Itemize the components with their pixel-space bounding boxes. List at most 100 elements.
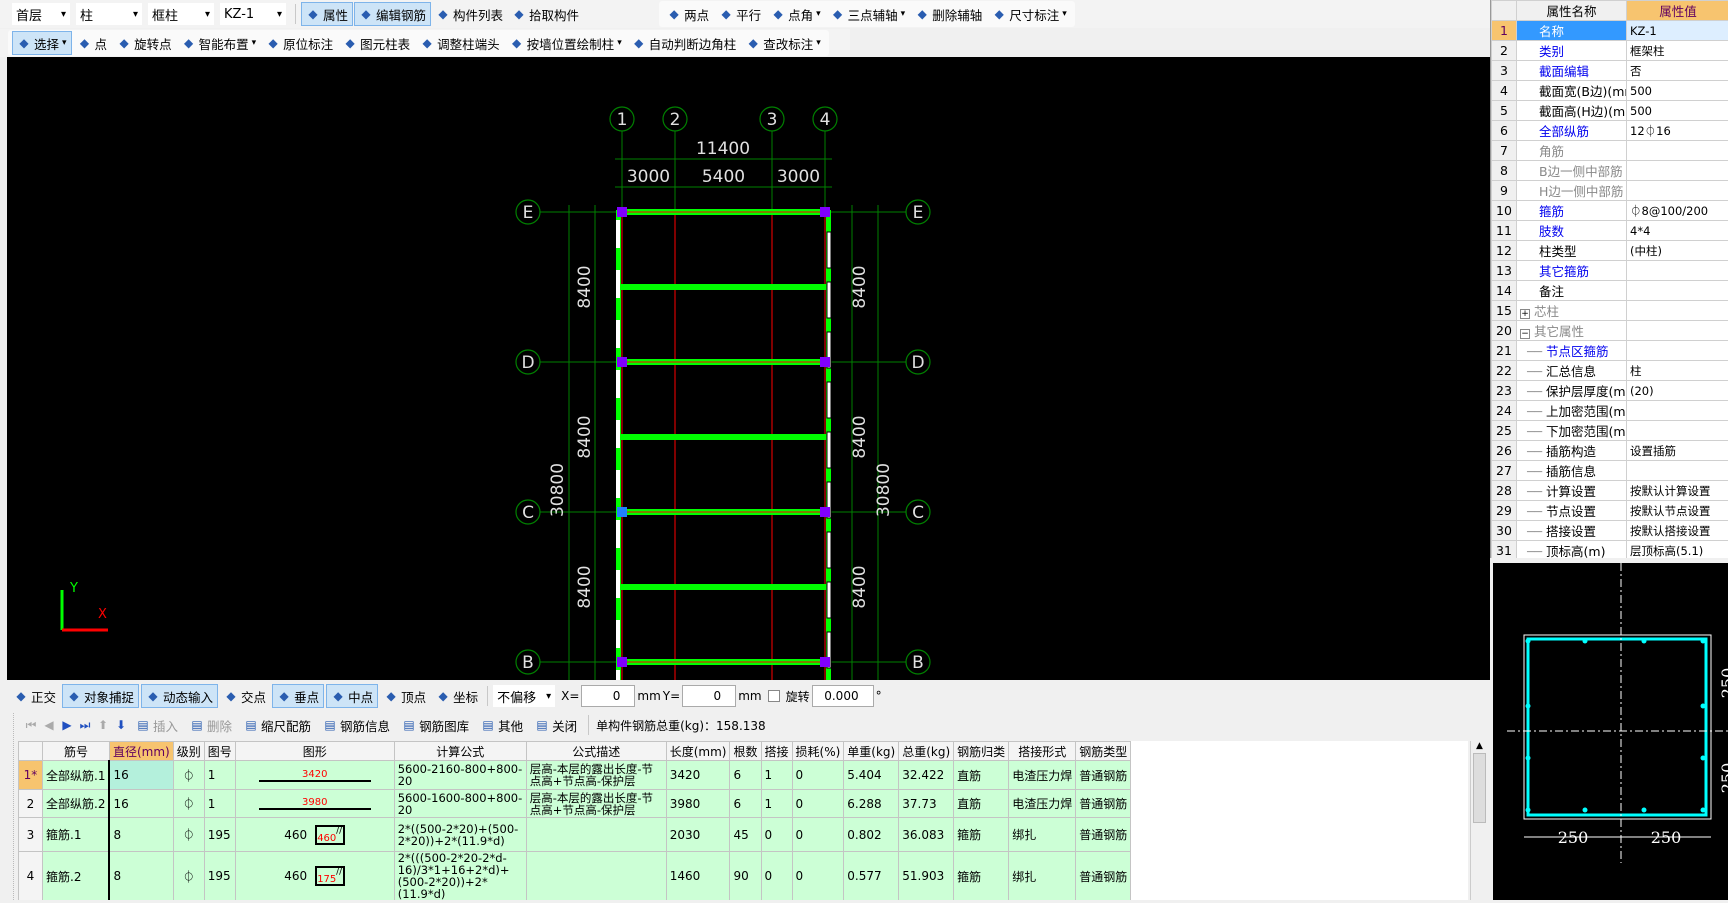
cell-type[interactable]: 普通钢筋 (1076, 761, 1131, 790)
property-value[interactable]: (中柱) (1627, 241, 1728, 261)
row-number[interactable]: 3 (19, 818, 43, 852)
column-header[interactable]: 级别 (173, 742, 204, 761)
property-name[interactable]: 肢数 (1517, 221, 1627, 241)
property-row[interactable]: 23 ── 保护层厚度(mm) (20) (1492, 381, 1728, 401)
property-name[interactable]: B边一侧中部筋 (1517, 161, 1627, 181)
collapse-icon[interactable]: − (1520, 329, 1530, 339)
cell-len[interactable]: 1460 (666, 852, 730, 901)
cell-unit_w[interactable]: 5.404 (844, 761, 899, 790)
property-value[interactable]: 4*4 (1627, 221, 1728, 241)
property-name[interactable]: +芯柱 (1517, 301, 1627, 321)
property-row[interactable]: 3 截面编辑 否 (1492, 61, 1728, 81)
property-name[interactable]: 其它箍筋 (1517, 261, 1627, 281)
cell-cls[interactable]: 直筋 (954, 761, 1009, 790)
property-name[interactable]: ── 节点设置 (1517, 501, 1627, 521)
property-name[interactable]: 截面高(H边)(mm) (1517, 101, 1627, 121)
cell-lap[interactable]: 1 (761, 790, 792, 818)
property-value[interactable]: (20) (1627, 381, 1728, 401)
cell-grade[interactable]: ⏀ (173, 790, 204, 818)
component-type-select[interactable]: 柱 (76, 3, 142, 25)
cell-name[interactable]: 箍筋.2 (43, 852, 110, 901)
cell-name[interactable]: 全部纵筋.1 (43, 761, 110, 790)
cell-fig[interactable]: 1 (204, 761, 235, 790)
list-button[interactable]: ◆ 构件列表 (432, 2, 507, 26)
property-row[interactable]: 4 截面宽(B边)(mm) 500 (1492, 81, 1728, 101)
parallel-axis-button[interactable]: ◆ 平行 (715, 2, 765, 26)
rebar-tool-button[interactable]: ▤缩尺配筋 (240, 713, 315, 737)
point-button[interactable]: ◆ 点 (74, 31, 112, 55)
down-icon[interactable]: ⬇ (114, 718, 128, 732)
cell-count[interactable]: 6 (730, 790, 761, 818)
column-header[interactable]: 搭接 (761, 742, 792, 761)
cell-type[interactable]: 普通钢筋 (1076, 790, 1131, 818)
property-value[interactable] (1627, 181, 1728, 201)
intersection-button[interactable]: ◆ 交点 (220, 684, 270, 708)
cell-desc[interactable]: 层高-本层的露出长度-节点高+节点高-保护层 (526, 761, 666, 790)
cell-formula[interactable]: 5600-1600-800+800-20 (394, 790, 526, 818)
property-row[interactable]: 25 ── 下加密范围(mm) (1492, 421, 1728, 441)
x-input[interactable]: 0 (581, 685, 635, 707)
property-value[interactable] (1627, 141, 1728, 161)
cell-unit_w[interactable]: 0.577 (844, 852, 899, 901)
cell-len[interactable]: 3420 (666, 761, 730, 790)
property-value[interactable]: 按默认节点设置 (1627, 501, 1728, 521)
column-header[interactable]: 公式描述 (526, 742, 666, 761)
property-row[interactable]: 1 名称 KZ-1 (1492, 21, 1728, 41)
perpendicular-button[interactable]: ◆ 垂点 (272, 684, 324, 708)
property-row[interactable]: 27 ── 插筋信息 (1492, 461, 1728, 481)
rotate-checkbox[interactable] (768, 690, 780, 702)
property-row[interactable]: 30 ── 搭接设置 按默认搭接设置 (1492, 521, 1728, 541)
rebar-tool-button[interactable]: ▤其他 (477, 713, 527, 737)
property-value[interactable]: 框架柱 (1627, 41, 1728, 61)
snap-button[interactable]: ◆ 对象捕捉 (62, 684, 139, 708)
cell-total_w[interactable]: 37.73 (899, 790, 954, 818)
property-name[interactable]: 类别 (1517, 41, 1627, 61)
column-table-button[interactable]: ◆ 图元柱表 (339, 31, 414, 55)
cell-fig[interactable]: 195 (204, 818, 235, 852)
cell-lap_type[interactable]: 绑扎 (1009, 852, 1076, 901)
cell-total_w[interactable]: 32.422 (899, 761, 954, 790)
property-value[interactable]: ⏀8@100/200 (1627, 201, 1728, 221)
rebar-tool-button[interactable]: ▤删除 (186, 713, 236, 737)
property-name[interactable]: 备注 (1517, 281, 1627, 301)
property-row[interactable]: 29 ── 节点设置 按默认节点设置 (1492, 501, 1728, 521)
row-number[interactable]: 4 (19, 852, 43, 901)
row-number[interactable]: 2 (19, 790, 43, 818)
two-point-axis-button[interactable]: ◆ 两点 (663, 2, 713, 26)
chevron-down-icon[interactable]: ▾ (62, 38, 67, 48)
next-icon[interactable]: ▶ (60, 718, 74, 732)
auto-corner-button[interactable]: ◆ 自动判断边角柱 (628, 31, 741, 55)
cell-lap_type[interactable]: 电渣压力焊 (1009, 761, 1076, 790)
property-name[interactable]: 名称 (1517, 21, 1627, 41)
property-name[interactable]: ── 插筋构造 (1517, 441, 1627, 461)
property-name[interactable]: ── 顶标高(m) (1517, 541, 1627, 559)
cell-count[interactable]: 90 (730, 852, 761, 901)
table-row[interactable]: 2全部纵筋.216⏀139805600-1600-800+800-20层高-本层… (19, 790, 1131, 818)
three-point-axis-button[interactable]: ◆ 三点辅轴▾ (827, 2, 910, 26)
property-value[interactable]: KZ-1 (1627, 21, 1728, 41)
property-value[interactable] (1627, 341, 1728, 361)
rebar-tool-button[interactable]: ▤钢筋图库 (398, 713, 473, 737)
dynamic-input-button[interactable]: ◆ 动态输入 (141, 684, 218, 708)
cell-grade[interactable]: ⏀ (173, 852, 204, 901)
cell-fig[interactable]: 195 (204, 852, 235, 901)
property-value[interactable]: 按默认搭接设置 (1627, 521, 1728, 541)
property-value[interactable]: 12⏀16 (1627, 121, 1728, 141)
property-row[interactable]: 24 ── 上加密范围(mm) (1492, 401, 1728, 421)
property-row[interactable]: 7 角筋 (1492, 141, 1728, 161)
cell-desc[interactable] (526, 818, 666, 852)
rotate-point-button[interactable]: ◆ 旋转点 (113, 31, 176, 55)
cell-lap[interactable]: 1 (761, 761, 792, 790)
property-value[interactable]: 设置插筋 (1627, 441, 1728, 461)
coordinate-button[interactable]: ◆ 坐标 (432, 684, 482, 708)
cell-loss[interactable]: 0 (792, 818, 844, 852)
property-row[interactable]: 12 柱类型 (中柱) (1492, 241, 1728, 261)
cell-len[interactable]: 2030 (666, 818, 730, 852)
cell-total_w[interactable]: 36.083 (899, 818, 954, 852)
wall-column-button[interactable]: ◆ 按墙位置绘制柱▾ (506, 31, 626, 55)
property-name[interactable]: ── 插筋信息 (1517, 461, 1627, 481)
cell-count[interactable]: 45 (730, 818, 761, 852)
cell-loss[interactable]: 0 (792, 761, 844, 790)
property-row[interactable]: 9 H边一侧中部筋 (1492, 181, 1728, 201)
cell-desc[interactable]: 层高-本层的露出长度-节点高+节点高-保护层 (526, 790, 666, 818)
